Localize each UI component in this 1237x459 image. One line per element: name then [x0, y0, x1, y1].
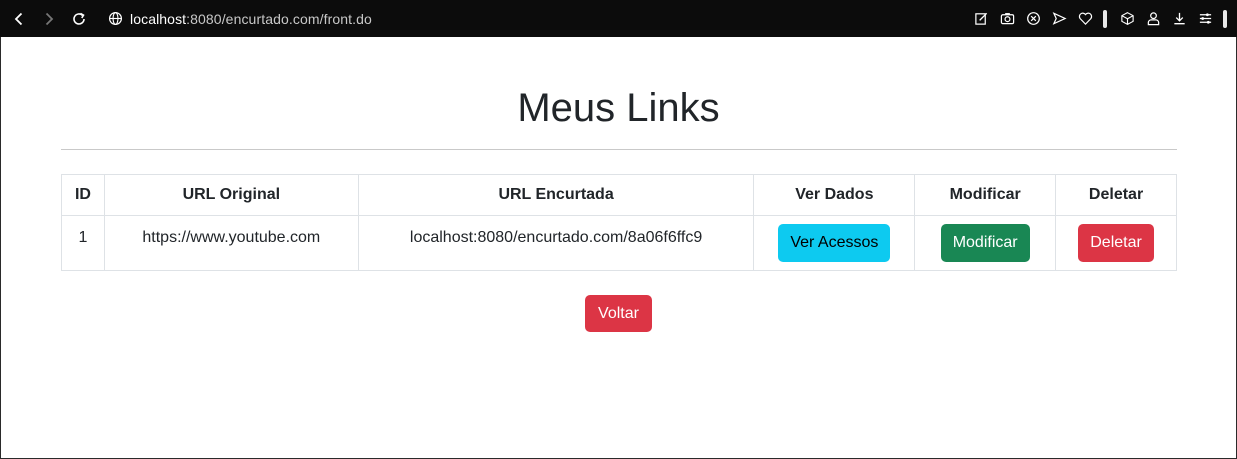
- cube-icon[interactable]: [1115, 7, 1139, 31]
- forward-icon[interactable]: [36, 6, 62, 32]
- header-deletar: Deletar: [1055, 174, 1177, 216]
- cell-modificar: Modificar: [914, 215, 1057, 271]
- download-icon[interactable]: [1167, 7, 1191, 31]
- block-icon[interactable]: [1021, 7, 1045, 31]
- back-button[interactable]: Voltar: [585, 295, 652, 332]
- cell-url-encurtada: localhost:8080/encurtado.com/8a06f6ffc9: [357, 215, 755, 271]
- globe-icon: [108, 11, 123, 26]
- view-access-button[interactable]: Ver Acessos: [778, 224, 891, 262]
- cell-id: 1: [61, 215, 105, 271]
- profile-icon[interactable]: [1141, 7, 1165, 31]
- menu-icon[interactable]: [1193, 7, 1217, 31]
- header-url-original: URL Original: [103, 174, 359, 216]
- sidebar-toggle[interactable]: [1223, 9, 1227, 28]
- header-id: ID: [61, 174, 105, 216]
- header-url-encurtada: URL Encurtada: [357, 174, 755, 216]
- camera-icon[interactable]: [995, 7, 1019, 31]
- header-ver-dados: Ver Dados: [753, 174, 916, 216]
- table-header-row: ID URL Original URL Encurtada Ver Dados …: [61, 174, 1177, 216]
- address-bar[interactable]: localhost:8080/encurtado.com/front.do: [108, 11, 372, 27]
- page-title: Meus Links: [517, 86, 720, 130]
- cell-deletar: Deletar: [1055, 215, 1177, 271]
- toolbar-icons: [967, 0, 1227, 37]
- header-modificar: Modificar: [914, 174, 1057, 216]
- table-row: 1 https://www.youtube.com localhost:8080…: [61, 215, 1177, 271]
- heart-icon[interactable]: [1073, 7, 1097, 31]
- links-table: ID URL Original URL Encurtada Ver Dados …: [61, 174, 1177, 271]
- send-icon[interactable]: [1047, 7, 1071, 31]
- url-text: localhost:8080/encurtado.com/front.do: [130, 10, 372, 27]
- title-divider: [61, 149, 1177, 150]
- reload-icon[interactable]: [66, 6, 92, 32]
- cell-ver-dados: Ver Acessos: [753, 215, 916, 271]
- toolbar-separator: [1103, 9, 1107, 28]
- browser-toolbar: localhost:8080/encurtado.com/front.do: [0, 0, 1237, 37]
- cell-url-original: https://www.youtube.com: [103, 215, 359, 271]
- edit-icon[interactable]: [969, 7, 993, 31]
- back-icon[interactable]: [6, 6, 32, 32]
- delete-button[interactable]: Deletar: [1078, 224, 1154, 262]
- modify-button[interactable]: Modificar: [940, 224, 1030, 262]
